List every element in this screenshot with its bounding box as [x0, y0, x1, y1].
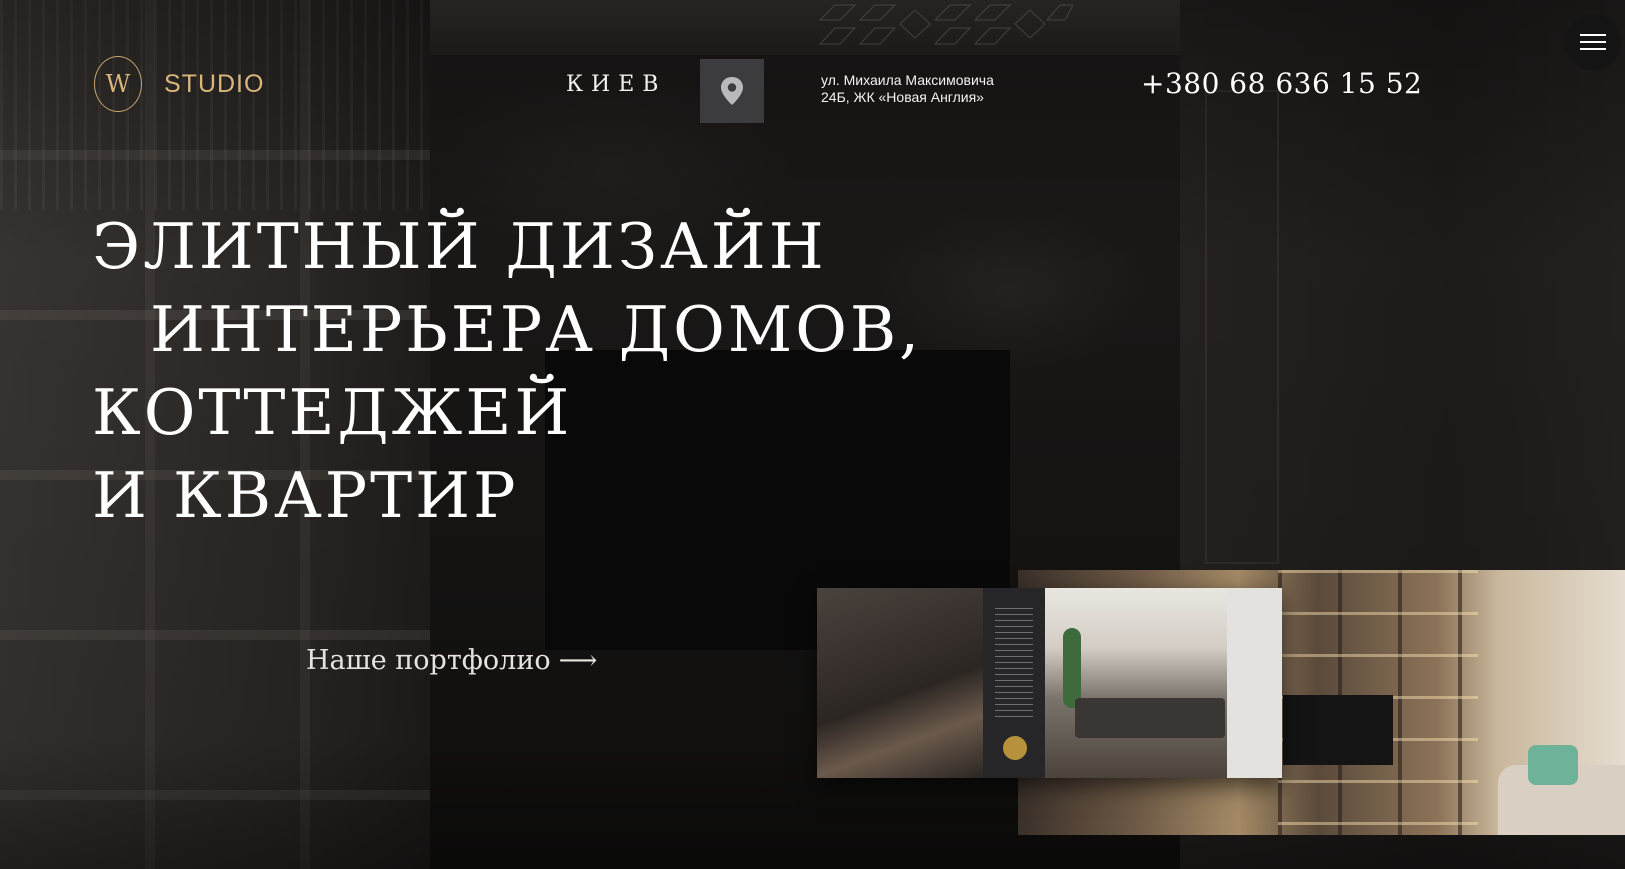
address-line-2: 24Б, ЖК «Новая Англия» [821, 89, 984, 105]
hero-title-line-3: КОТТЕДЖЕЙ [92, 376, 573, 449]
hamburger-menu-icon [1580, 41, 1606, 43]
hero-title-line-1: ЭЛИТНЫЙ ДИЗАЙН [92, 210, 827, 283]
arrow-right-icon: ⟶ [558, 645, 598, 676]
logo-text: STUDIO [164, 69, 265, 98]
portfolio-link[interactable]: Наше портфолио ⟶ [306, 645, 597, 676]
portfolio-link-label: Наше портфолио [306, 645, 551, 676]
book-table [1075, 698, 1225, 738]
logo[interactable]: W STUDIO [94, 56, 264, 112]
hamburger-menu-icon [1580, 34, 1606, 36]
map-pin-icon [721, 77, 743, 105]
phone-link[interactable]: +380 68 636 15 52 [1141, 67, 1422, 100]
map-button[interactable] [700, 59, 764, 123]
book-page-text [983, 588, 1045, 778]
portfolio-book-image [817, 588, 1282, 778]
book-page-bedroom [817, 588, 983, 778]
hero-title-line-4: И КВАРТИР [92, 459, 519, 532]
logo-mark: W [94, 56, 142, 112]
menu-button[interactable] [1565, 14, 1621, 70]
photo-pillow [1528, 745, 1578, 785]
book-plant [1063, 628, 1081, 708]
hamburger-menu-icon [1580, 48, 1606, 50]
hero-title: ЭЛИТНЫЙ ДИЗАЙН ИНТЕРЬЕРА ДОМОВ, КОТТЕДЖЕ… [92, 205, 922, 537]
photo-tv [1283, 695, 1393, 765]
book-seal [1003, 736, 1027, 760]
book-text-lines [995, 608, 1033, 718]
book-white-panel [1227, 588, 1282, 778]
book-page-dining [1045, 588, 1282, 778]
address-line-1: ул. Михаила Максимовича [821, 72, 994, 88]
logo-letter: W [105, 70, 131, 98]
hero-title-line-2: ИНТЕРЬЕРА ДОМОВ, [150, 293, 923, 366]
city-label: КИЕВ [566, 72, 667, 97]
address: ул. Михаила Максимовича 24Б, ЖК «Новая А… [821, 72, 994, 106]
